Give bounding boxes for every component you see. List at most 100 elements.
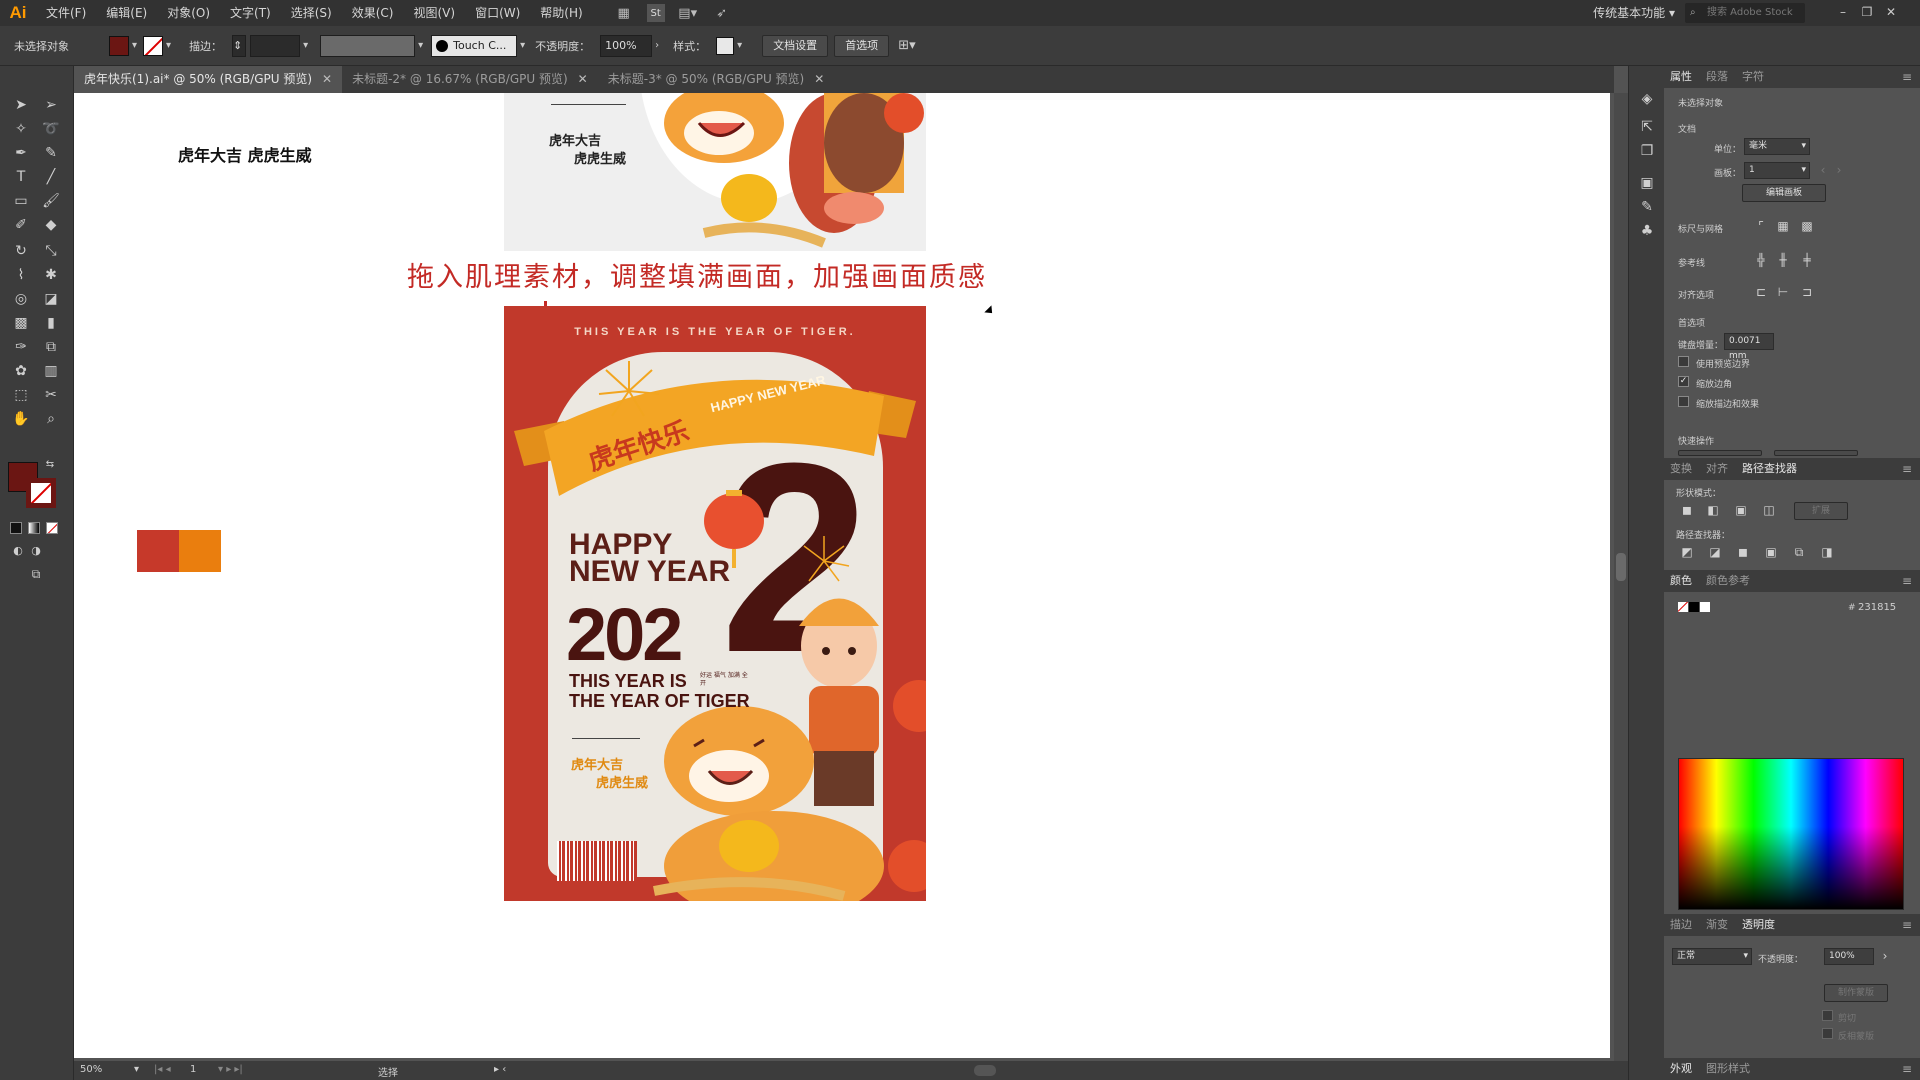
- white-color-icon[interactable]: [1700, 602, 1710, 612]
- menu-item-5[interactable]: 效果(C): [342, 0, 404, 26]
- show-guides-icon[interactable]: ╬: [1752, 252, 1770, 268]
- draw-normal-icon[interactable]: ◐: [10, 542, 26, 558]
- quick-action-button-1[interactable]: [1678, 450, 1762, 456]
- menu-item-8[interactable]: 帮助(H): [530, 0, 592, 26]
- none-mode-icon[interactable]: [46, 522, 58, 534]
- mesh-tool-icon[interactable]: ▩: [10, 312, 32, 334]
- artboard-number[interactable]: 1: [190, 1064, 196, 1075]
- rotate-tool-icon[interactable]: ↻: [10, 240, 32, 262]
- magic-wand-icon[interactable]: ✧: [10, 118, 32, 140]
- direct-selection-tool-icon[interactable]: ➢: [40, 94, 62, 116]
- annotation-red-text[interactable]: 拖入肌理素材，调整填满画面，加强画面质感: [407, 255, 987, 294]
- trim-icon[interactable]: ◪: [1706, 544, 1724, 560]
- opacity-input[interactable]: 100%: [600, 34, 653, 57]
- intersect-icon[interactable]: ▣: [1732, 502, 1750, 518]
- slice-tool-icon[interactable]: ✂: [40, 384, 62, 406]
- document-tab-2[interactable]: 未标题-3* @ 50% (RGB/GPU 预览) ✕: [598, 66, 835, 93]
- annotation-text[interactable]: 虎年大吉 虎虎生威: [178, 142, 312, 166]
- minus-back-icon[interactable]: ◨: [1818, 544, 1836, 560]
- unite-icon[interactable]: ◼: [1678, 502, 1696, 518]
- lasso-icon[interactable]: ➰: [40, 118, 62, 140]
- panel-tab-tabs3-0[interactable]: 描边: [1670, 914, 1692, 936]
- workspace-switcher[interactable]: 传统基本功能 ▾: [1593, 0, 1675, 26]
- crop-icon[interactable]: ▣: [1762, 544, 1780, 560]
- artboard-tool-icon[interactable]: ⬚: [10, 384, 32, 406]
- puppet-warp-icon[interactable]: ✱: [40, 264, 62, 286]
- key-increment-input[interactable]: 0.0071 mm: [1724, 333, 1774, 361]
- lock-guides-icon[interactable]: ╫: [1774, 252, 1792, 268]
- make-mask-button[interactable]: 制作蒙版: [1824, 984, 1888, 1002]
- unit-select[interactable]: 毫米 ▾: [1744, 138, 1810, 155]
- stock-icon[interactable]: St: [646, 4, 665, 22]
- eyedropper-icon[interactable]: ✑: [10, 336, 32, 358]
- quick-action-button-2[interactable]: [1774, 450, 1858, 456]
- edit-artboards-button[interactable]: 编辑画板: [1742, 184, 1826, 202]
- arrange-icon[interactable]: ▤▾: [677, 4, 699, 22]
- color-mode-icon[interactable]: [10, 522, 22, 534]
- stroke-swatch[interactable]: [143, 35, 164, 56]
- profile-dropdown-icon[interactable]: ▾: [418, 40, 423, 51]
- panel-tab-tabs4-0[interactable]: 外观: [1670, 1058, 1692, 1080]
- snap-point-icon[interactable]: ⊏: [1752, 284, 1770, 300]
- rectangle-tool-icon[interactable]: ▭: [10, 190, 32, 212]
- scale-tool-icon[interactable]: ⤡: [40, 240, 62, 262]
- fill-dropdown-icon[interactable]: ▾: [132, 40, 137, 51]
- swap-fill-stroke-icon[interactable]: ⇆: [44, 458, 56, 470]
- brushes-icon[interactable]: ✎: [1636, 196, 1658, 218]
- zoom-level[interactable]: 50%: [80, 1064, 102, 1075]
- opacity-slider-arrow-icon[interactable]: ›: [1876, 948, 1894, 964]
- panel-tab-tabs-2[interactable]: 字符: [1742, 66, 1764, 88]
- style-swatch[interactable]: [716, 36, 735, 55]
- smart-guides-icon[interactable]: ╪: [1798, 252, 1816, 268]
- fill-swatch[interactable]: [109, 35, 129, 56]
- expand-button[interactable]: 扩展: [1794, 502, 1848, 520]
- panel-tab-tabs3-2[interactable]: 透明度: [1742, 914, 1775, 936]
- poster-preview-cropped[interactable]: 虎年大吉 虎虎生威: [504, 93, 926, 251]
- menu-item-1[interactable]: 编辑(E): [96, 0, 157, 26]
- paintbrush-icon[interactable]: 🖌: [40, 190, 62, 212]
- outline-icon[interactable]: ⧉: [1790, 544, 1808, 560]
- panel-menu-icon[interactable]: ≡: [1902, 458, 1912, 480]
- export-icon[interactable]: ⇱: [1636, 116, 1658, 138]
- clip-checkbox[interactable]: [1822, 1010, 1833, 1021]
- grid-icon[interactable]: ▦: [1774, 218, 1792, 234]
- panel-menu-icon[interactable]: ≡: [1902, 66, 1912, 88]
- symbol-sprayer-icon[interactable]: ✿: [10, 360, 32, 382]
- vertical-scrollbar[interactable]: [1614, 93, 1628, 1061]
- canvas-area[interactable]: 虎年大吉 虎虎生威 虎年大吉 虎虎生威 拖入肌理素材，调整填满画面，加强画面质感: [74, 93, 1614, 1061]
- scrollbar-thumb[interactable]: [1616, 553, 1626, 581]
- panel-tab-tabs4-1[interactable]: 图形样式: [1706, 1058, 1750, 1080]
- snap-pixel-icon[interactable]: ⊢: [1774, 284, 1792, 300]
- panel-tab-color_tabs-1[interactable]: 颜色参考: [1706, 570, 1750, 592]
- gradient-tool-icon[interactable]: ▮: [40, 312, 62, 334]
- panel-tab-tabs-0[interactable]: 属性: [1670, 66, 1692, 88]
- perspective-grid-icon[interactable]: ◪: [40, 288, 62, 310]
- stroke-dropdown-icon[interactable]: ▾: [166, 40, 171, 51]
- line-tool-icon[interactable]: ╱: [40, 166, 62, 188]
- zoom-tool-icon[interactable]: ⌕: [40, 408, 62, 430]
- pen-tool-icon[interactable]: ✒: [10, 142, 32, 164]
- scale-strokes-checkbox[interactable]: [1678, 396, 1689, 407]
- minimize-button[interactable]: –: [1832, 0, 1854, 24]
- type-tool-icon[interactable]: T: [10, 166, 32, 188]
- stroke-stepper[interactable]: ⇕: [232, 34, 247, 57]
- panel-menu-icon[interactable]: ≡: [1902, 914, 1912, 936]
- menu-item-0[interactable]: 文件(F): [36, 0, 96, 26]
- document-tab-0[interactable]: 虎年快乐(1).ai* @ 50% (RGB/GPU 预览) ✕: [74, 66, 343, 93]
- menu-item-6[interactable]: 视图(V): [403, 0, 465, 26]
- restore-button[interactable]: ❐: [1856, 0, 1878, 24]
- menu-item-7[interactable]: 窗口(W): [465, 0, 530, 26]
- blend-tool-icon[interactable]: ⧉: [40, 336, 62, 358]
- variable-width-profile[interactable]: [320, 34, 416, 57]
- panel-tab-color_tabs-0[interactable]: 颜色: [1670, 570, 1692, 592]
- menu-item-4[interactable]: 选择(S): [281, 0, 342, 26]
- bridge-icon[interactable]: ▦: [613, 4, 635, 22]
- arrange-documents-icon[interactable]: ⊞▾: [898, 38, 915, 53]
- color-swatch-orange[interactable]: [179, 530, 221, 572]
- menu-item-2[interactable]: 对象(O): [157, 0, 220, 26]
- artboard-nav-next-icon[interactable]: ▾ ▸ ▸|: [218, 1064, 243, 1075]
- panel-tab-tabs2-0[interactable]: 变换: [1670, 458, 1692, 480]
- column-graph-icon[interactable]: ▥: [40, 360, 62, 382]
- artboard-select[interactable]: 1 ▾: [1744, 162, 1810, 179]
- warp-tool-icon[interactable]: ⌇: [10, 264, 32, 286]
